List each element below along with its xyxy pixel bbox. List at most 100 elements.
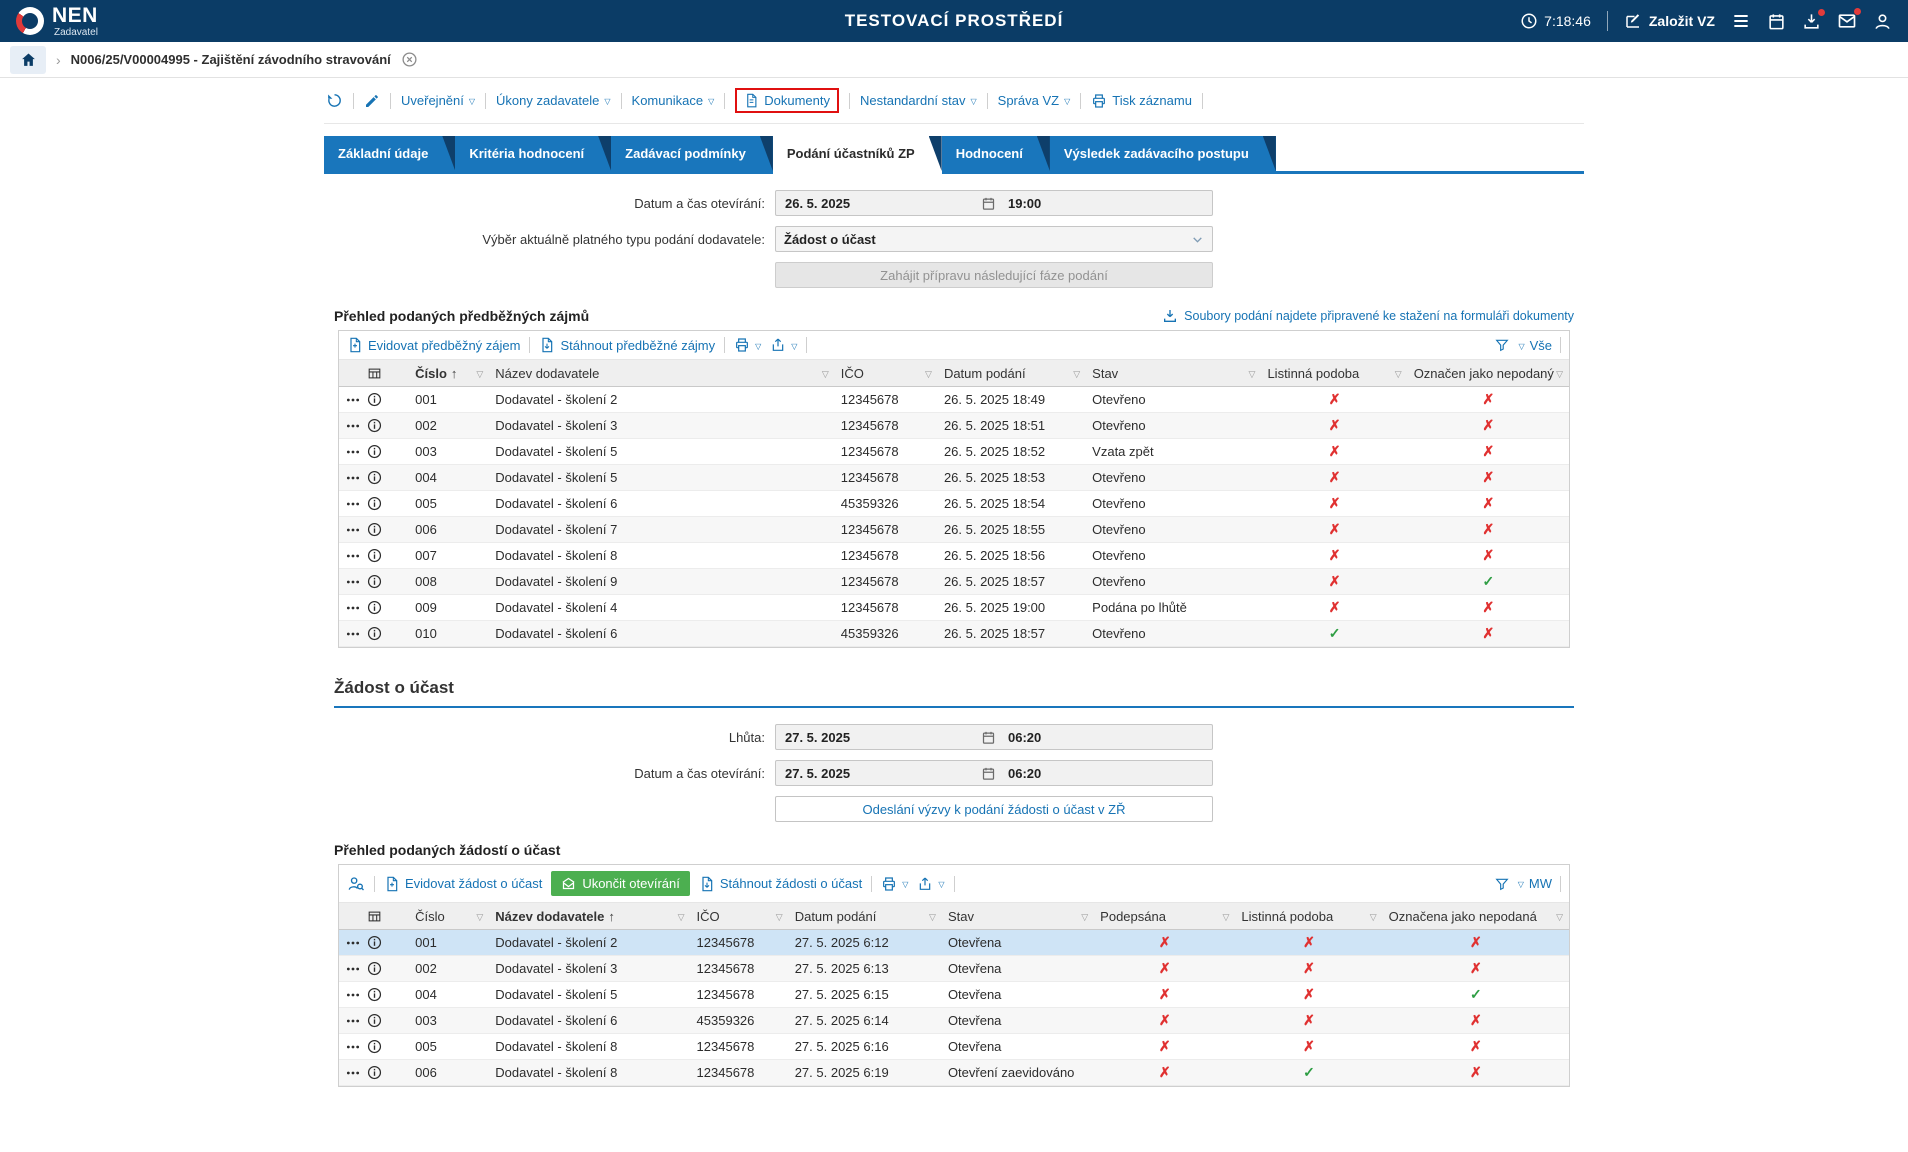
column-header[interactable]: ▽IČO [835,360,938,387]
evidovat-predbezny-zajem-button[interactable]: Evidovat předběžný zájem [347,337,520,353]
menu-komunikace[interactable]: Komunikace ▽ [632,93,715,108]
row-info-icon[interactable] [367,987,382,1002]
table-row[interactable]: 007Dodavatel - školení 81234567826. 5. 2… [339,543,1569,569]
column-settings-icon[interactable] [339,903,409,930]
row-info-icon[interactable] [367,444,382,459]
column-filter-icon[interactable]: ▽ [1556,912,1563,923]
print-table-button[interactable]: ▽ [734,337,761,353]
ukoncit-otevirani-button[interactable]: Ukončit otevírání [551,871,690,896]
row-info-icon[interactable] [367,961,382,976]
row-menu-icon[interactable] [345,626,361,642]
view-selector[interactable]: ▽ Vše [1518,338,1552,353]
menu-tisk-zaznamu[interactable]: Tisk záznamu [1091,93,1192,109]
export-table-button[interactable]: ▽ [917,876,944,892]
column-header[interactable]: ▽Stav [942,903,1094,930]
column-header[interactable]: ▽Číslo↑ [409,360,489,387]
column-filter-icon[interactable]: ▽ [1222,912,1229,923]
downloads-button[interactable] [1802,12,1821,31]
column-header[interactable]: ▽Číslo [409,903,489,930]
table-row[interactable]: 002Dodavatel - školení 31234567827. 5. 2… [339,956,1569,982]
tab-hodnoceni[interactable]: Hodnocení [942,136,1050,171]
table-row[interactable]: 009Dodavatel - školení 41234567826. 5. 2… [339,595,1569,621]
tab-podani-ucastniku-zp[interactable]: Podání účastníků ZP [773,136,942,171]
print-table-button[interactable]: ▽ [881,876,908,892]
row-menu-icon[interactable] [345,444,361,460]
row-info-icon[interactable] [367,470,382,485]
row-menu-icon[interactable] [345,935,361,951]
opening-datetime-field[interactable]: 26. 5. 2025 19:00 [775,190,1213,216]
row-menu-icon[interactable] [345,548,361,564]
menu-ukony-zadavatele[interactable]: Úkony zadavatele ▽ [496,93,611,108]
tab-zakladni-udaje[interactable]: Základní údaje [324,136,455,171]
column-filter-icon[interactable]: ▽ [1081,912,1088,923]
table-row[interactable]: 005Dodavatel - školení 81234567827. 5. 2… [339,1034,1569,1060]
deadline-field[interactable]: 27. 5. 2025 06:20 [775,724,1213,750]
tab-vysledek-zadavaciho-postupu[interactable]: Výsledek zadávacího postupu [1050,136,1276,171]
column-filter-icon[interactable]: ▽ [925,369,932,380]
row-info-icon[interactable] [367,496,382,511]
column-header[interactable]: ▽Označena jako nepodaná [1383,903,1569,930]
row-info-icon[interactable] [367,1013,382,1028]
row-info-icon[interactable] [367,1065,382,1080]
row-info-icon[interactable] [367,935,382,950]
column-filter-icon[interactable]: ▽ [476,369,483,380]
table-row[interactable]: 003Dodavatel - školení 64535932627. 5. 2… [339,1008,1569,1034]
row-info-icon[interactable] [367,626,382,641]
row-menu-icon[interactable] [345,496,361,512]
column-filter-icon[interactable]: ▽ [476,912,483,923]
evidovat-zadost-button[interactable]: Evidovat žádost o účast [384,876,542,892]
column-header[interactable]: ▽Datum podání [789,903,942,930]
table-row[interactable]: 010Dodavatel - školení 64535932626. 5. 2… [339,621,1569,647]
row-menu-icon[interactable] [345,600,361,616]
row-menu-icon[interactable] [345,1039,361,1055]
column-header[interactable]: ▽Listinná podoba [1261,360,1407,387]
table-row[interactable]: 001Dodavatel - školení 21234567826. 5. 2… [339,387,1569,413]
send-call-button[interactable]: Odeslání výzvy k podání žádosti o účast … [775,796,1213,822]
row-info-icon[interactable] [367,574,382,589]
menu-nestandardni-stav[interactable]: Nestandardní stav ▽ [860,93,977,108]
row-menu-icon[interactable] [345,961,361,977]
messages-button[interactable] [1837,11,1857,31]
column-settings-icon[interactable] [339,360,409,387]
column-filter-icon[interactable]: ▽ [776,912,783,923]
row-menu-icon[interactable] [345,987,361,1003]
row-menu-icon[interactable] [345,1013,361,1029]
table-row[interactable]: 006Dodavatel - školení 81234567827. 5. 2… [339,1060,1569,1086]
close-record-button[interactable] [401,51,418,68]
tab-zadavaci-podminky[interactable]: Zadávací podmínky [611,136,773,171]
column-header[interactable]: ▽Listinná podoba [1235,903,1382,930]
column-header[interactable]: ▽Datum podání [938,360,1086,387]
table-row[interactable]: 008Dodavatel - školení 91234567826. 5. 2… [339,569,1569,595]
row-info-icon[interactable] [367,1039,382,1054]
column-filter-icon[interactable]: ▽ [1073,369,1080,380]
table-row[interactable]: 005Dodavatel - školení 64535932626. 5. 2… [339,491,1569,517]
column-header[interactable]: ▽Stav [1086,360,1261,387]
start-next-phase-button[interactable]: Zahájit přípravu následující fáze podání [775,262,1213,288]
main-menu-button[interactable] [1731,11,1751,31]
calendar-button[interactable] [1767,12,1786,31]
row-info-icon[interactable] [367,522,382,537]
filter-button[interactable] [1494,337,1510,353]
submission-type-select[interactable]: Žádost o účast [775,226,1213,252]
column-header[interactable]: ▽Podepsána [1094,903,1235,930]
menu-dokumenty[interactable]: Dokumenty [735,88,839,113]
row-menu-icon[interactable] [345,392,361,408]
export-table-button[interactable]: ▽ [770,337,797,353]
table-row[interactable]: 003Dodavatel - školení 51234567826. 5. 2… [339,439,1569,465]
calendar-icon[interactable] [981,766,996,781]
column-filter-icon[interactable]: ▽ [929,912,936,923]
table-row[interactable]: 002Dodavatel - školení 31234567826. 5. 2… [339,413,1569,439]
row-menu-icon[interactable] [345,574,361,590]
calendar-icon[interactable] [981,196,996,211]
menu-sprava-vz[interactable]: Správa VZ ▽ [998,93,1071,108]
column-header[interactable]: ▽Označen jako nepodaný [1408,360,1569,387]
view-selector[interactable]: ▽ MW [1518,876,1552,891]
submission-files-link[interactable]: Soubory podání najdete připravené ke sta… [1162,308,1574,324]
row-menu-icon[interactable] [345,1065,361,1081]
column-header[interactable]: ▽IČO [691,903,789,930]
column-filter-icon[interactable]: ▽ [822,369,829,380]
row-menu-icon[interactable] [345,522,361,538]
table-row[interactable]: 006Dodavatel - školení 71234567826. 5. 2… [339,517,1569,543]
profile-button[interactable] [1873,12,1892,31]
tab-kriteria-hodnoceni[interactable]: Kritéria hodnocení [455,136,611,171]
